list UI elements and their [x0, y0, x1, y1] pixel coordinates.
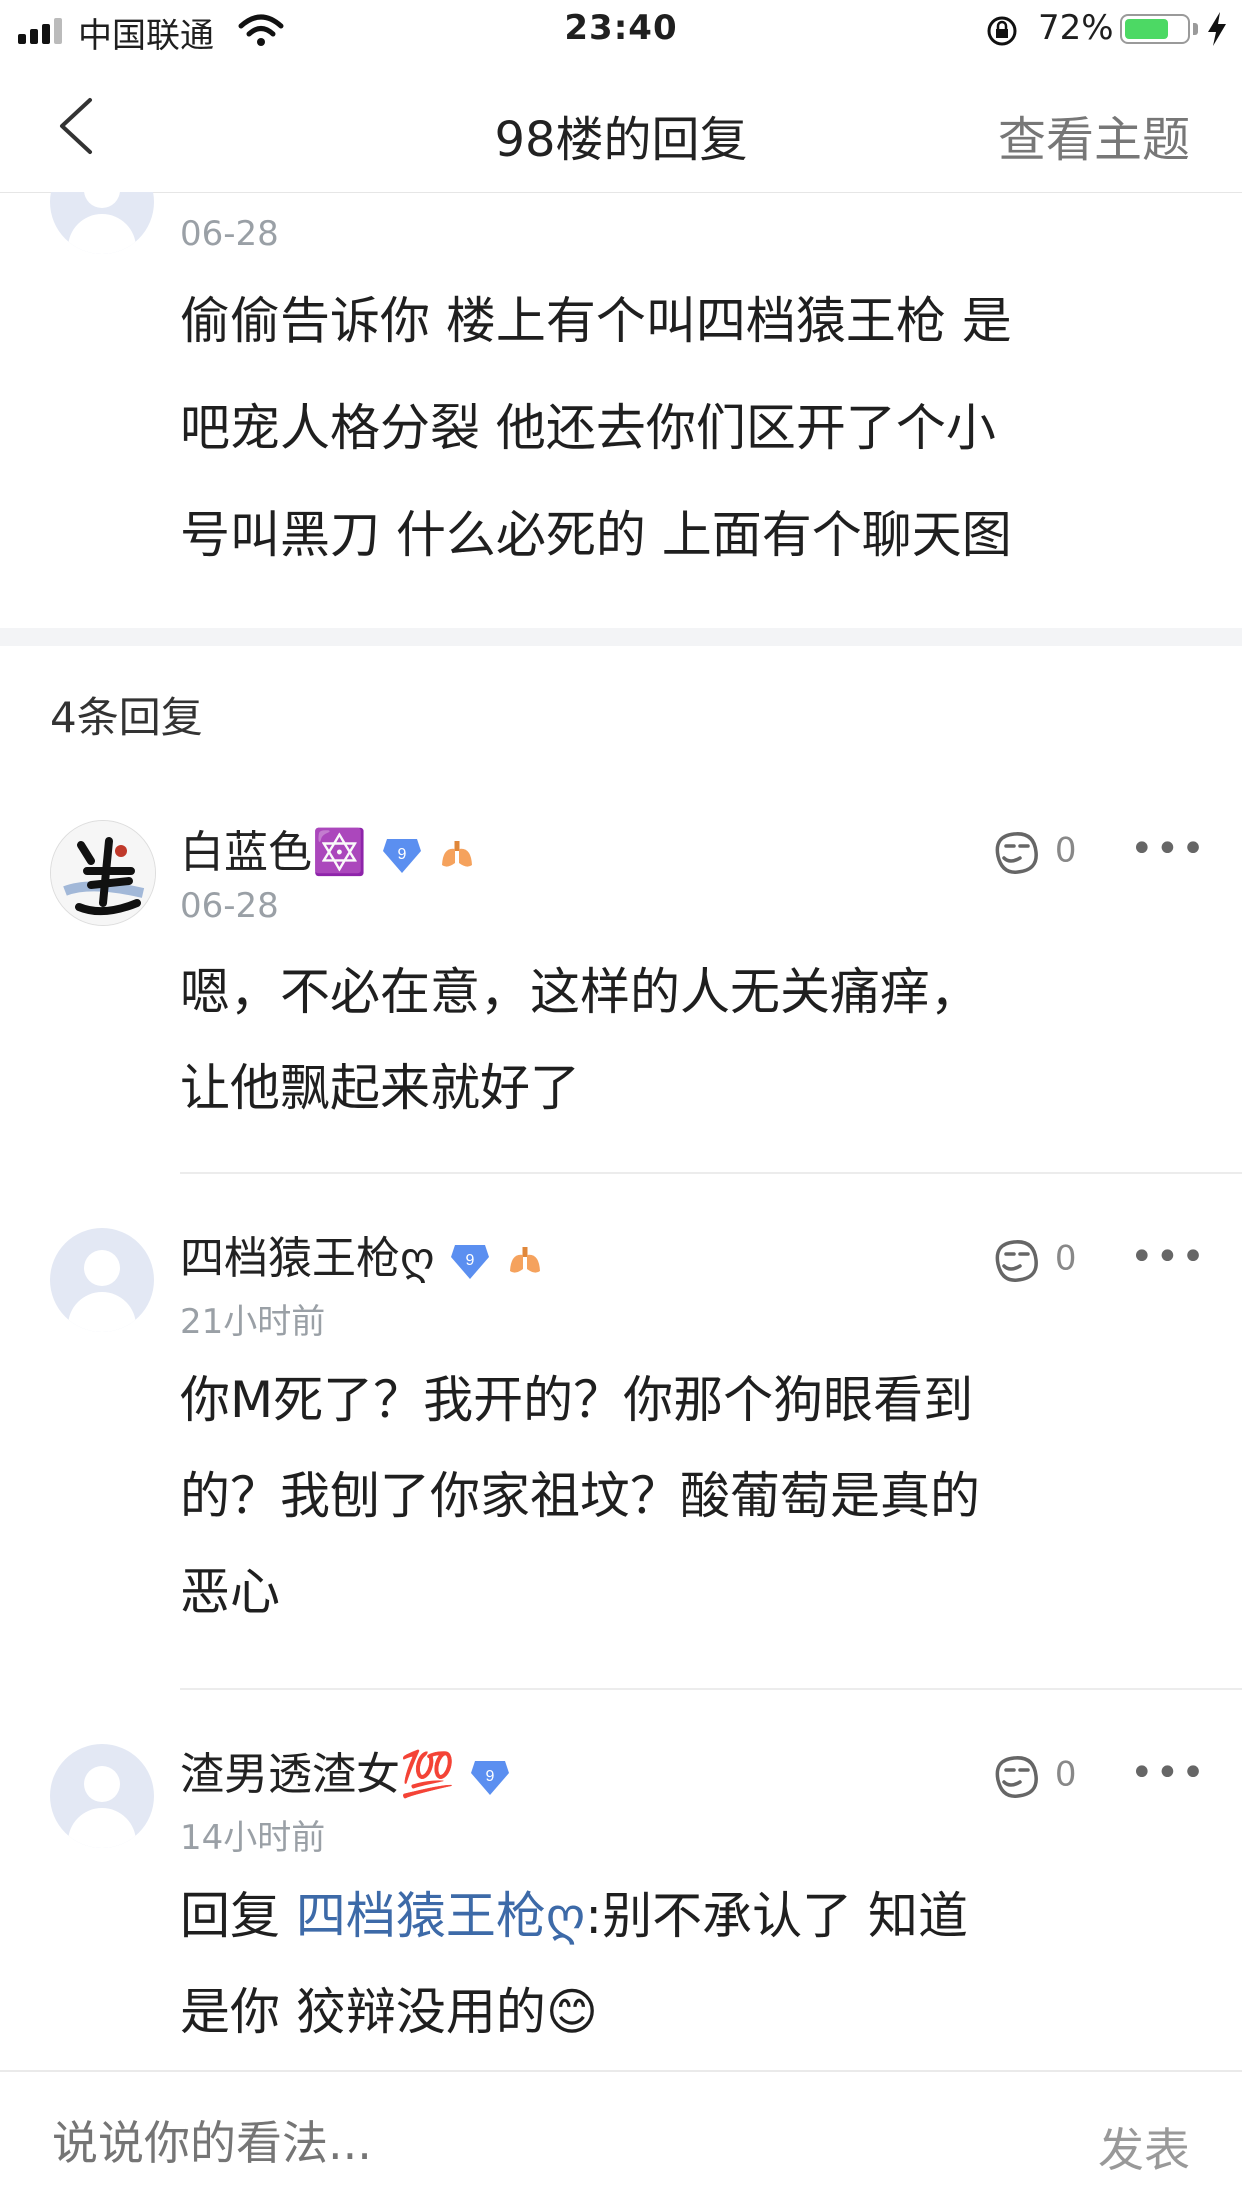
main-post-line: 吧宠人格分裂 他还去你们区开了个小	[180, 399, 996, 457]
reply-line: 你M死了？我开的？你那个狗眼看到	[180, 1371, 974, 1429]
reply-divider	[180, 1172, 1242, 1174]
reply-avatar[interactable]	[50, 1228, 154, 1332]
level-badge-icon: 9	[469, 1757, 511, 1797]
nav-bar: 98楼的回复 查看主题	[0, 62, 1242, 193]
level-badge-text: 9	[485, 1768, 494, 1785]
reply-avatar[interactable]	[50, 820, 156, 926]
like-count: 0	[1054, 1238, 1077, 1279]
reply-username-row: 渣男透渣女💯 9	[180, 1738, 511, 1802]
reply-avatar[interactable]	[50, 1744, 154, 1848]
more-options-icon[interactable]: •••	[1130, 826, 1207, 872]
battery-percent: 72%	[1038, 8, 1114, 48]
reply-to-user-link[interactable]: 四档猿王枪ღ	[296, 1887, 585, 1945]
battery-tip	[1193, 23, 1198, 35]
reply-username[interactable]: 渣男透渣女💯	[180, 1749, 455, 1800]
like-face-icon	[995, 1756, 1038, 1798]
reply-line-1: 回复 四档猿王枪ღ:别不承认了 知道	[180, 1868, 1200, 1964]
level-badge-text: 9	[465, 1252, 474, 1269]
charging-icon	[1208, 12, 1226, 46]
send-button[interactable]: 发表	[1098, 2114, 1190, 2180]
reply-line: 恶心	[180, 1563, 280, 1621]
reply-body[interactable]: 回复 四档猿王枪ღ:别不承认了 知道 是你 狡辩没用的😊	[180, 1868, 1200, 2060]
lungs-badge-icon	[505, 1241, 547, 1281]
like-button[interactable]: 0	[990, 828, 1076, 876]
reply-line: 让他飘起来就好了	[180, 1059, 580, 1117]
reply-date: 14小时前	[180, 1818, 326, 1858]
reply-username[interactable]: 白蓝色🔯	[180, 827, 367, 878]
reply-prefix: 回复	[180, 1887, 296, 1945]
reply-line-rest: :别不承认了 知道	[585, 1887, 968, 1945]
main-post-body[interactable]: 偷偷告诉你 楼上有个叫四档猿王枪 是 吧宠人格分裂 他还去你们区开了个小 号叫黑…	[180, 268, 1200, 589]
rotation-lock-icon	[987, 16, 1017, 46]
reply-line: 嗯，不必在意，这样的人无关痛痒，	[180, 963, 980, 1021]
reply-username-row: 四档猿王枪ღ 9	[180, 1222, 547, 1286]
comment-input[interactable]	[50, 2102, 1034, 2184]
main-post-line: 偷偷告诉你 楼上有个叫四档猿王枪 是	[180, 292, 1012, 350]
section-separator	[0, 628, 1242, 646]
battery-icon	[1120, 14, 1190, 44]
level-badge-icon: 9	[449, 1241, 491, 1281]
reply-username[interactable]: 四档猿王枪ღ	[180, 1233, 435, 1284]
like-count: 0	[1054, 1754, 1077, 1795]
reply-username-row: 白蓝色🔯 9	[180, 816, 479, 880]
reply-body[interactable]: 你M死了？我开的？你那个狗眼看到 的？我刨了你家祖坟？酸葡萄是真的 恶心	[180, 1352, 1200, 1640]
like-count: 0	[1054, 830, 1077, 871]
like-face-icon	[995, 1240, 1038, 1282]
reply-date: 21小时前	[180, 1302, 326, 1342]
like-button[interactable]: 0	[990, 1236, 1076, 1284]
level-badge-icon: 9	[381, 835, 423, 875]
status-bar: 中国联通 23:40 72%	[0, 0, 1242, 60]
more-options-icon[interactable]: •••	[1130, 1234, 1207, 1280]
reply-count-label: 4条回复	[50, 693, 203, 742]
more-options-icon[interactable]: •••	[1130, 1750, 1207, 1796]
reply-date: 06-28	[180, 886, 279, 926]
reply-line: 的？我刨了你家祖坟？酸葡萄是真的	[180, 1467, 980, 1525]
level-badge-text: 9	[397, 846, 406, 863]
view-topic-button[interactable]: 查看主题	[998, 100, 1190, 170]
reply-divider	[180, 1688, 1242, 1690]
lungs-badge-icon	[437, 835, 479, 875]
reply-body[interactable]: 嗯，不必在意，这样的人无关痛痒， 让他飘起来就好了	[180, 944, 1200, 1136]
composer-bar: 发表	[0, 2070, 1242, 2210]
like-face-icon	[995, 832, 1038, 874]
main-post-date: 06-28	[180, 214, 279, 254]
reply-line: 是你 狡辩没用的😊	[180, 1983, 599, 2041]
like-button[interactable]: 0	[990, 1752, 1076, 1800]
main-post-line: 号叫黑刀 什么必死的 上面有个聊天图	[180, 506, 1012, 564]
calligraphy-avatar-image	[51, 821, 155, 925]
battery-level	[1125, 19, 1168, 39]
